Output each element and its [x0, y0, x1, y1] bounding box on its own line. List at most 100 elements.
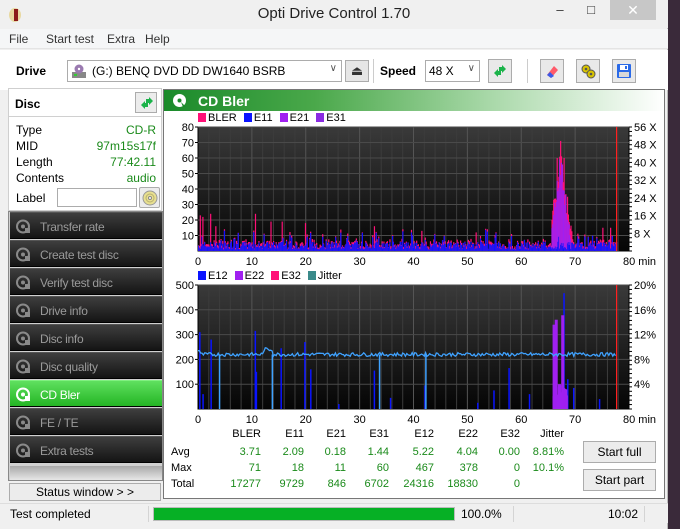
e12-bar	[199, 332, 201, 409]
stats-cell: 17277	[230, 478, 261, 490]
stats-cell: 0	[513, 478, 520, 490]
legend-item-e11: E11	[243, 112, 273, 124]
stats-cell: 467	[415, 462, 434, 474]
config-button[interactable]	[576, 59, 600, 83]
nav-filler	[10, 466, 162, 480]
stats-cell: 0	[513, 462, 520, 474]
legend-item-e22: E22	[234, 270, 264, 282]
disc-label-cd-button[interactable]	[139, 187, 160, 208]
stats-cell: 10.1%	[532, 462, 564, 474]
minimize-button[interactable]: –	[545, 2, 575, 22]
y2-tick-label: 40 X	[634, 157, 657, 169]
stats-cell: 11	[334, 462, 346, 474]
y-tick-label: 30	[182, 200, 194, 212]
sidebar-item-verify-test-disc[interactable]: Verify test disc	[10, 268, 162, 295]
stats-cell: 18830	[447, 478, 478, 490]
disc-contents-value: audio	[126, 171, 156, 185]
y-tick-label: 20	[182, 215, 194, 227]
refresh-button[interactable]	[488, 59, 512, 83]
y-tick-label: 100	[176, 379, 194, 391]
status-window-button[interactable]: Status window > >	[9, 483, 161, 501]
x-tick-label: 40	[407, 256, 419, 268]
stats-header-jitter: Jitter	[540, 428, 564, 440]
stats-row-label-total: Total	[171, 478, 195, 490]
sidebar-item-label: Transfer rate	[40, 220, 105, 234]
stats-cell: 5.22	[412, 446, 434, 458]
x-tick-label: 70	[569, 414, 581, 426]
disc-contents-key: Contents	[16, 171, 65, 185]
stats-cell: 18	[291, 462, 304, 474]
disc-tool-icon	[16, 247, 30, 262]
sidebar-item-cd-bler[interactable]: CD Bler	[10, 380, 162, 407]
stats-header-e22: E22	[458, 428, 478, 440]
progress-fill	[154, 508, 454, 520]
chart2-legend: E12 E22 E32 Jitter	[198, 270, 346, 282]
legend-swatch	[198, 271, 206, 280]
eject-button[interactable]: ⏏	[345, 60, 369, 82]
disc-refresh-button[interactable]	[135, 92, 157, 113]
disc-label-input[interactable]	[57, 188, 137, 207]
y-tick-label: 500	[176, 280, 194, 292]
maximize-button[interactable]: □	[576, 2, 606, 22]
drive-select[interactable]: (G:) BENQ DVD DD DW1640 BSRB ∨	[67, 60, 342, 82]
y2-tick-label: 12%	[634, 330, 656, 342]
cd-icon	[142, 190, 158, 206]
e12-bar	[389, 397, 392, 409]
stats-header-bler: BLER	[232, 428, 261, 440]
sidebar-item-label: Extra tests	[40, 444, 94, 458]
sidebar-item-disc-quality[interactable]: Disc quality	[10, 352, 162, 379]
e12-bar	[477, 402, 479, 409]
legend-swatch	[307, 271, 316, 280]
stats-cell: 60	[376, 462, 389, 474]
x-tick-label: 20	[300, 256, 312, 268]
toolbar-divider	[373, 59, 374, 83]
sidebar-item-disc-info[interactable]: Disc info	[10, 324, 162, 351]
erase-button[interactable]	[540, 59, 564, 83]
start-full-button[interactable]: Start full	[583, 441, 656, 463]
y2-tick-label: 48 X	[634, 140, 657, 152]
status-divider	[148, 506, 149, 522]
sidebar-item-create-test-disc[interactable]: Create test disc	[10, 240, 162, 267]
close-button[interactable]: ✕	[610, 0, 656, 20]
sidebar-item-label: Disc quality	[40, 360, 98, 374]
e22-bar	[566, 395, 568, 409]
chevron-down-icon: ∨	[467, 63, 475, 74]
menu-file[interactable]: File	[9, 32, 28, 46]
sidebar-item-label: CD Bler	[40, 388, 80, 402]
legend-item-e12: E12	[198, 270, 228, 282]
y-tick-label: 70	[182, 138, 194, 150]
y2-tick-label: 24 X	[634, 193, 657, 205]
progress-bar	[153, 507, 455, 521]
sidebar-item-transfer-rate[interactable]: Transfer rate	[10, 212, 162, 239]
e12-bar	[373, 370, 376, 409]
x-tick-label: 50	[461, 414, 473, 426]
disc-label-key: Label	[16, 191, 46, 205]
sidebar-item-drive-info[interactable]: Drive info	[10, 296, 162, 323]
stats-cell: 1.44	[367, 446, 389, 458]
save-button[interactable]	[612, 59, 636, 83]
menu-help[interactable]: Help	[145, 32, 170, 46]
sidebar-item-fe-te[interactable]: FE / TE	[10, 408, 162, 435]
toolbar: Drive (G:) BENQ DVD DD DW1640 BSRB ∨ ⏏ S…	[0, 50, 668, 90]
menu-start-test[interactable]: Start test	[46, 32, 94, 46]
start-part-button[interactable]: Start part	[583, 469, 656, 491]
y-tick-label: 50	[182, 169, 194, 181]
legend-swatch	[271, 271, 280, 280]
disc-tool-icon	[16, 387, 30, 402]
chart1-legend: BLER E11 E21 E31	[198, 112, 350, 124]
disc-length-value: 77:42.11	[110, 155, 156, 169]
speed-select[interactable]: 48 X ∨	[425, 60, 480, 82]
menu-extra[interactable]: Extra	[107, 32, 135, 46]
e12-bar	[508, 368, 510, 409]
disc-tool-icon	[16, 359, 30, 374]
status-bar: Test completed 100.0% 10:02	[0, 503, 668, 523]
stats-cell: 2.09	[282, 446, 304, 458]
x-tick-label: 10	[246, 414, 258, 426]
sidebar-item-extra-tests[interactable]: Extra tests	[10, 436, 162, 463]
charts-area: 10 20 30 40 50 60 70 80 8 X 16 X 24 X 32 X 40 X 48 X 5…	[176, 122, 658, 426]
y2-tick-label: 32 X	[634, 175, 657, 187]
x-tick-label: 30	[354, 256, 366, 268]
y2-tick-label: 20%	[634, 280, 656, 292]
config-icon	[581, 64, 596, 79]
legend-swatch	[234, 271, 243, 280]
